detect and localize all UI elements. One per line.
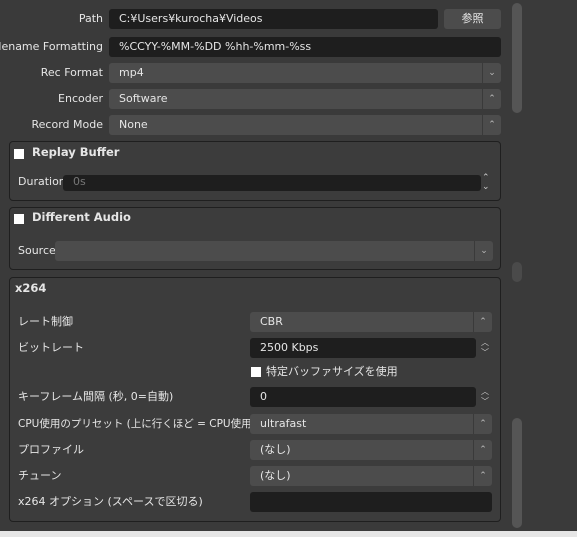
preset-dropdown[interactable]: ultrafast ⌃ bbox=[250, 414, 492, 434]
rate-control-label: レート制御 bbox=[18, 315, 73, 328]
different-audio-group: Different Audio Source ⌄ bbox=[9, 207, 501, 270]
updown-icon: ⌃ bbox=[473, 414, 492, 434]
duration-label: Duration bbox=[18, 175, 66, 188]
path-input[interactable]: C:¥Users¥kurocha¥Videos bbox=[109, 9, 438, 29]
x264-options-input[interactable] bbox=[250, 492, 492, 512]
keyframe-value: 0 bbox=[260, 390, 267, 403]
rec-format-value: mp4 bbox=[119, 66, 144, 79]
x264-options-label: x264 オプション (スペースで区切る) bbox=[18, 495, 203, 508]
bottom-strip bbox=[0, 531, 577, 537]
updown-icon: ⌃ bbox=[473, 466, 492, 486]
rec-format-dropdown[interactable]: mp4 ⌄ bbox=[109, 63, 501, 83]
filename-label: Filename Formatting bbox=[0, 40, 103, 53]
encoder-dropdown[interactable]: Software ⌃ bbox=[109, 89, 501, 109]
encoder-label: Encoder bbox=[58, 92, 103, 105]
updown-icon: ⌃ bbox=[482, 115, 501, 135]
replay-buffer-title: Replay Buffer bbox=[32, 145, 120, 159]
scrollbar-thumb-top[interactable] bbox=[512, 3, 522, 113]
bitrate-label: ビットレート bbox=[18, 341, 84, 354]
record-mode-label: Record Mode bbox=[31, 118, 103, 131]
browse-button[interactable]: 参照 bbox=[444, 9, 501, 29]
spin-arrows-icon[interactable]: ︿ ﹀ bbox=[477, 338, 493, 358]
profile-dropdown[interactable]: (なし) ⌃ bbox=[250, 440, 492, 460]
preset-label: CPU使用のプリセット (上に行くほど = CPU使用低い) bbox=[18, 418, 277, 430]
replay-buffer-checkbox[interactable] bbox=[14, 149, 24, 159]
bitrate-input[interactable]: 2500 Kbps ︿ ﹀ bbox=[250, 338, 489, 358]
tune-label: チューン bbox=[18, 469, 62, 482]
scrollbar-thumb-bottom[interactable] bbox=[512, 418, 522, 528]
chevron-down-icon: ⌄ bbox=[482, 63, 501, 83]
source-label: Source bbox=[18, 244, 56, 257]
spin-arrows-icon[interactable]: ︿ ﹀ bbox=[477, 387, 493, 407]
path-label: Path bbox=[78, 12, 103, 25]
x264-title: x264 bbox=[15, 281, 47, 295]
record-mode-dropdown[interactable]: None ⌃ bbox=[109, 115, 501, 135]
keyframe-label: キーフレーム間隔 (秒, 0=自動) bbox=[18, 390, 174, 403]
rec-format-label: Rec Format bbox=[40, 66, 103, 79]
updown-icon: ⌃ bbox=[473, 312, 492, 332]
keyframe-input[interactable]: 0 ︿ ﹀ bbox=[250, 387, 489, 407]
rate-control-value: CBR bbox=[260, 315, 283, 328]
profile-label: プロファイル bbox=[18, 443, 84, 456]
preset-value: ultrafast bbox=[260, 417, 307, 430]
tune-value: (なし) bbox=[260, 469, 291, 482]
different-audio-title: Different Audio bbox=[32, 210, 131, 224]
filename-input[interactable]: %CCYY-%MM-%DD %hh-%mm-%ss bbox=[109, 37, 501, 57]
bitrate-value: 2500 Kbps bbox=[260, 341, 319, 354]
replay-buffer-group: Replay Buffer Duration 0s ⌃ ⌄ bbox=[9, 141, 501, 201]
updown-icon: ⌃ bbox=[482, 89, 501, 109]
scrollbar-thumb-mid[interactable] bbox=[512, 262, 522, 282]
duration-input[interactable]: 0s bbox=[63, 175, 481, 191]
buffer-size-checkbox[interactable] bbox=[251, 367, 261, 377]
record-mode-value: None bbox=[119, 118, 148, 131]
updown-icon: ⌃ bbox=[473, 440, 492, 460]
source-dropdown[interactable]: ⌄ bbox=[55, 241, 493, 261]
profile-value: (なし) bbox=[260, 443, 291, 456]
buffer-size-label: 特定バッファサイズを使用 bbox=[266, 365, 398, 378]
chevron-down-icon: ⌄ bbox=[474, 241, 493, 261]
encoder-value: Software bbox=[119, 92, 168, 105]
rate-control-dropdown[interactable]: CBR ⌃ bbox=[250, 312, 492, 332]
tune-dropdown[interactable]: (なし) ⌃ bbox=[250, 466, 492, 486]
spin-arrows-icon[interactable]: ⌃ ⌄ bbox=[482, 174, 490, 192]
different-audio-checkbox[interactable] bbox=[14, 214, 24, 224]
